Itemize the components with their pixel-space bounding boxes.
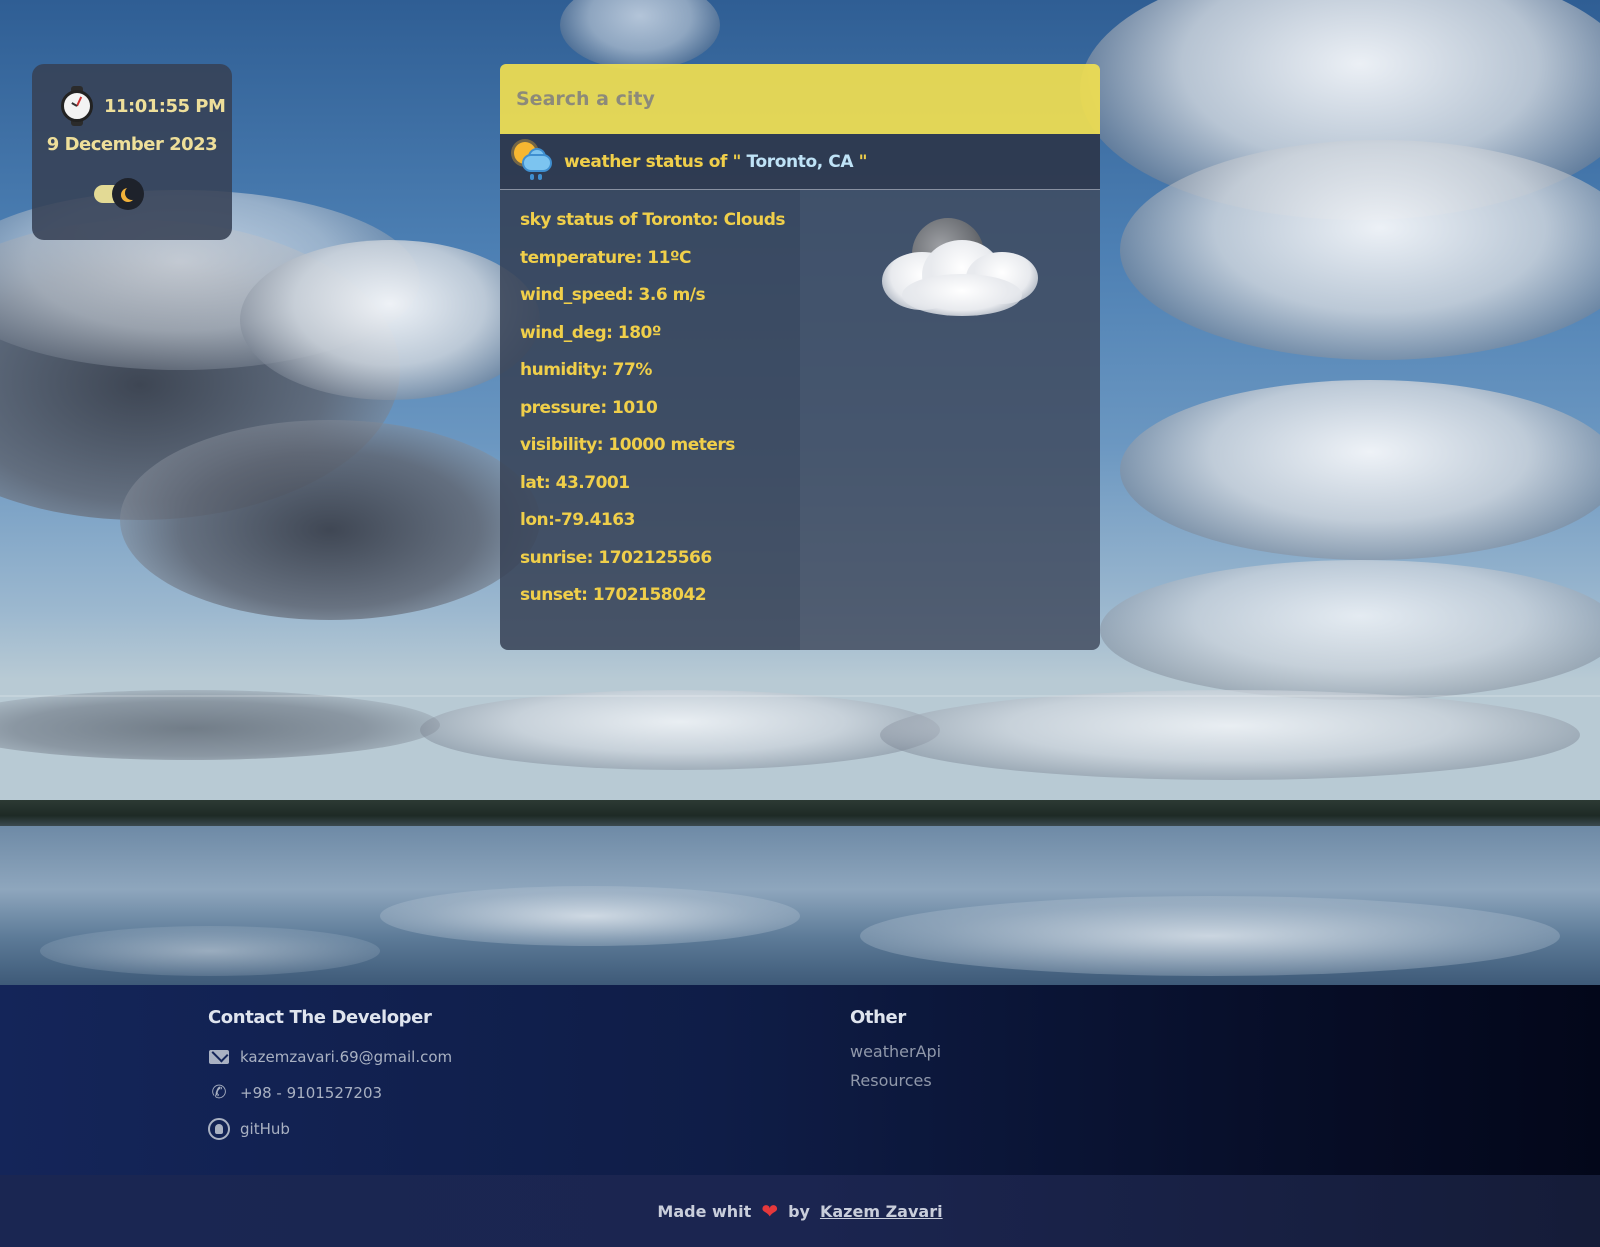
credits-bar: Made whit ❤ by Kazem Zavari (0, 1175, 1600, 1247)
detail-wind-deg: wind_deg: 180º (520, 322, 661, 343)
weather-image-pane (800, 190, 1100, 650)
heart-icon: ❤ (761, 1199, 779, 1223)
weather-details-list: sky status of Toronto: Clouds temperatur… (500, 190, 800, 650)
moon-cloud-icon (882, 218, 1042, 318)
theme-toggle[interactable] (94, 178, 144, 210)
detail-sky-status: sky status of Toronto: Clouds (520, 210, 785, 230)
author-link[interactable]: Kazem Zavari (820, 1202, 943, 1221)
phone-icon: ✆ (211, 1082, 227, 1103)
watch-icon (60, 86, 94, 126)
contact-github[interactable]: gitHub (208, 1118, 452, 1140)
contact-email[interactable]: kazemzavari.69@gmail.com (208, 1046, 452, 1068)
moon-icon (125, 186, 139, 200)
status-city: Toronto, CA (741, 151, 859, 172)
detail-wind-speed: wind_speed: 3.6 m/s (520, 285, 706, 305)
phone-text: +98 - 9101527203 (240, 1084, 383, 1102)
weather-panel: weather status of " Toronto, CA " sky st… (500, 64, 1100, 650)
link-resources[interactable]: Resources (850, 1071, 941, 1090)
detail-sunset: sunset: 1702158042 (520, 585, 707, 605)
other-section: Other weatherApi Resources (850, 1007, 941, 1090)
link-weather-api[interactable]: weatherApi (850, 1042, 941, 1061)
contact-title: Contact The Developer (208, 1007, 432, 1028)
detail-humidity: humidity: 77% (520, 360, 652, 380)
github-text: gitHub (240, 1120, 290, 1138)
detail-visibility: visibility: 10000 meters (520, 435, 735, 455)
detail-lon: lon:-79.4163 (520, 510, 635, 530)
clock-card: 11:01:55 PM 9 December 2023 (32, 64, 232, 240)
weather-status-header: weather status of " Toronto, CA " (500, 134, 1100, 190)
other-title: Other (850, 1007, 906, 1028)
city-search-input[interactable] (500, 64, 1100, 134)
credits-by-text: by (788, 1201, 810, 1221)
clock-time: 11:01:55 PM (104, 95, 226, 117)
github-icon (208, 1118, 230, 1140)
toggle-knob (112, 178, 144, 210)
contact-section: Contact The Developer kazemzavari.69@gma… (208, 1007, 452, 1140)
detail-pressure: pressure: 1010 (520, 397, 658, 418)
detail-sunrise: sunrise: 1702125566 (520, 547, 712, 568)
detail-temperature: temperature: 11ºC (520, 247, 692, 268)
clock-time-row: 11:01:55 PM (60, 86, 226, 126)
detail-lat: lat: 43.7001 (520, 472, 630, 493)
email-text: kazemzavari.69@gmail.com (240, 1048, 453, 1066)
footer: Contact The Developer kazemzavari.69@gma… (0, 985, 1600, 1175)
clock-date: 9 December 2023 (46, 134, 218, 155)
credits-made-text: Made whit (657, 1201, 752, 1221)
contact-phone[interactable]: ✆ +98 - 9101527203 (208, 1082, 452, 1104)
weather-status-title: weather status of " Toronto, CA " (564, 151, 868, 172)
sun-cloud-rain-icon (512, 140, 556, 184)
mail-icon (208, 1046, 230, 1068)
